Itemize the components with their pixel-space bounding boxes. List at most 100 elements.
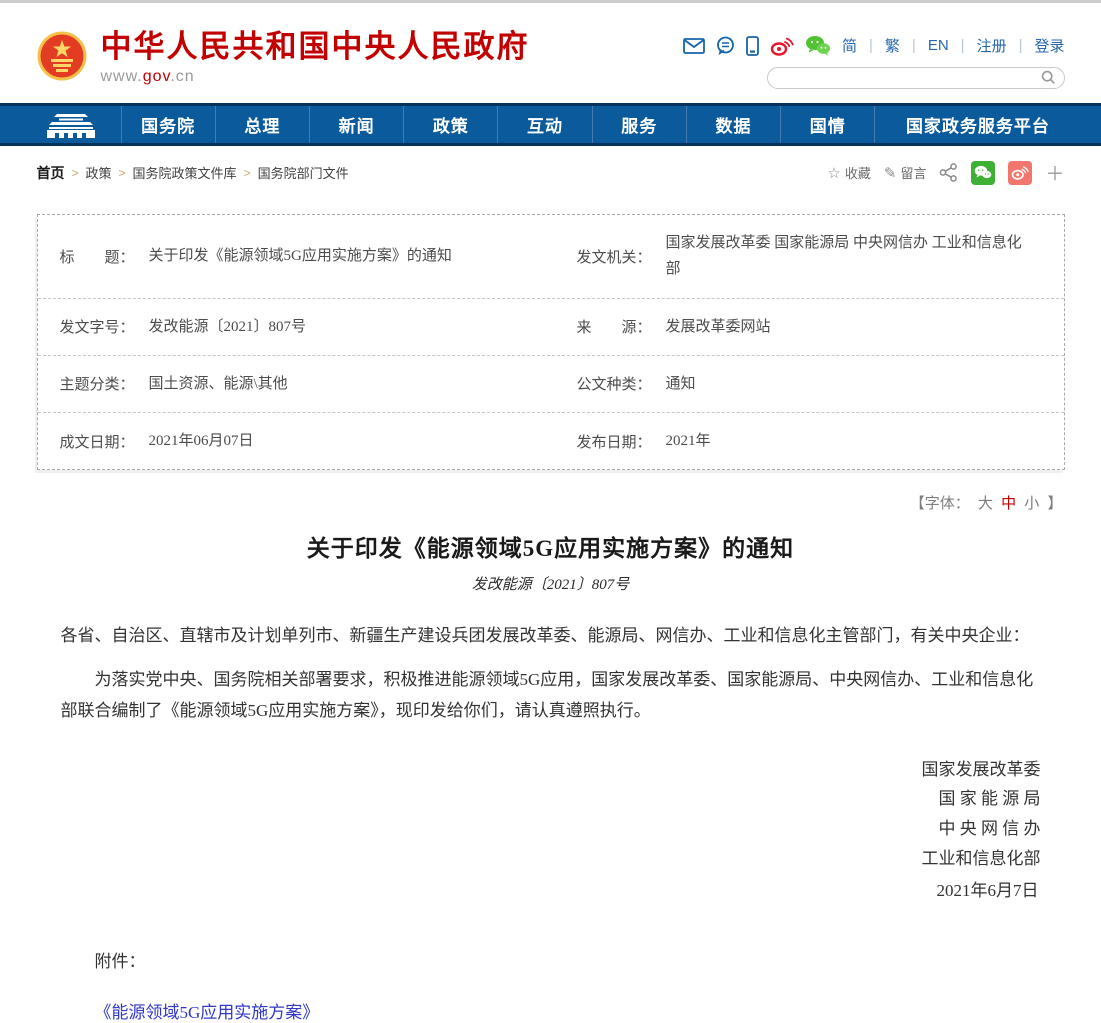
issuing-agency-cell: 发文机关： 国家发展改革委 国家能源局 中央网信办 工业和信息化部 bbox=[551, 215, 1064, 298]
doc-number-cell: 发文字号： 发改能源〔2021〕807号 bbox=[38, 299, 551, 355]
publish-date-cell: 发布日期： 2021年 bbox=[551, 413, 1064, 469]
share-weibo-button[interactable] bbox=[1008, 161, 1032, 185]
source-value: 发展改革委网站 bbox=[666, 314, 771, 340]
doc-type-value: 通知 bbox=[666, 371, 696, 397]
font-size-small[interactable]: 小 bbox=[1024, 495, 1039, 512]
lang-traditional-link[interactable]: 繁 bbox=[885, 35, 900, 56]
more-share-button[interactable]: ＋ bbox=[1045, 159, 1064, 186]
table-row: 标 题： 关于印发《能源领域5G应用实施方案》的通知 发文机关： 国家发展改革委… bbox=[38, 215, 1064, 299]
weibo-icon[interactable] bbox=[770, 36, 794, 56]
lang-simplified-link[interactable]: 简 bbox=[842, 35, 857, 56]
breadcrumb-separator: > bbox=[72, 166, 79, 180]
comment-button[interactable]: ✎ 留言 bbox=[884, 163, 927, 182]
publish-date-label: 发布日期： bbox=[577, 431, 652, 452]
doc-number-label: 发文字号： bbox=[60, 316, 135, 337]
comment-label: 留言 bbox=[900, 163, 926, 182]
signer: 中 央 网 信 办 bbox=[61, 814, 1041, 844]
topic-category-label: 主题分类： bbox=[60, 373, 135, 394]
share-button[interactable] bbox=[939, 163, 958, 182]
font-size-close: 】 bbox=[1047, 495, 1062, 512]
signer: 国家发展改革委 bbox=[61, 755, 1041, 785]
main-nav: 国务院 总理 新闻 政策 互动 服务 数据 国情 国家政务服务平台 bbox=[0, 103, 1101, 146]
attachment-section: 附件： 《能源领域5G应用实施方案》 bbox=[61, 947, 1041, 1023]
signature-block: 国家发展改革委 国 家 能 源 局 中 央 网 信 办 工业和信息化部 2021… bbox=[61, 755, 1041, 906]
login-link[interactable]: 登录 bbox=[1034, 35, 1064, 56]
register-link[interactable]: 注册 bbox=[977, 35, 1007, 56]
nav-item-zhengwu-platform[interactable]: 国家政务服务平台 bbox=[874, 106, 1080, 143]
source-cell: 来 源： 发展改革委网站 bbox=[551, 299, 1064, 355]
breadcrumb: 首页 > 政策 > 国务院政策文件库 > 国务院部门文件 bbox=[37, 163, 349, 183]
written-date-label: 成文日期： bbox=[60, 431, 135, 452]
article-paragraph: 各省、自治区、直辖市及计划单列市、新疆生产建设兵团发展改革委、能源局、网信办、工… bbox=[61, 620, 1041, 651]
article: 关于印发《能源领域5G应用实施方案》的通知 发改能源〔2021〕807号 各省、… bbox=[37, 529, 1065, 1023]
attachment-link[interactable]: 《能源领域5G应用实施方案》 bbox=[95, 1003, 320, 1022]
site-title: 中华人民共和国中央人民政府 bbox=[101, 30, 530, 64]
nav-item-shuju[interactable]: 数据 bbox=[686, 106, 780, 143]
comment-icon[interactable] bbox=[716, 36, 735, 55]
topic-category-cell: 主题分类： 国土资源、能源\其他 bbox=[38, 356, 551, 412]
font-size-selector: 【字体： 大 中 小 】 bbox=[37, 492, 1065, 513]
breadcrumb-zhengce[interactable]: 政策 bbox=[86, 163, 112, 182]
wechat-icon bbox=[974, 165, 992, 180]
url-cn: .cn bbox=[170, 68, 194, 85]
wechat-icon[interactable] bbox=[805, 35, 831, 56]
separator: | bbox=[1019, 37, 1023, 54]
nav-item-fuwu[interactable]: 服务 bbox=[592, 106, 686, 143]
search-icon bbox=[1041, 70, 1056, 85]
national-emblem-icon bbox=[37, 31, 87, 86]
table-row: 发文字号： 发改能源〔2021〕807号 来 源： 发展改革委网站 bbox=[38, 299, 1064, 356]
doc-info-table: 标 题： 关于印发《能源领域5G应用实施方案》的通知 发文机关： 国家发展改革委… bbox=[37, 214, 1065, 470]
font-size-open: 【字体： bbox=[910, 495, 970, 512]
topic-category-value: 国土资源、能源\其他 bbox=[149, 371, 288, 397]
font-size-medium[interactable]: 中 bbox=[1001, 495, 1016, 512]
weibo-icon bbox=[1011, 165, 1029, 180]
source-label: 来 源： bbox=[577, 316, 652, 337]
site-logo[interactable]: 中华人民共和国中央人民政府 www.gov.cn bbox=[37, 27, 530, 89]
nav-item-hudong[interactable]: 互动 bbox=[497, 106, 591, 143]
breadcrumb-separator: > bbox=[119, 166, 126, 180]
nav-item-guoqing[interactable]: 国情 bbox=[780, 106, 874, 143]
table-row: 主题分类： 国土资源、能源\其他 公文种类： 通知 bbox=[38, 356, 1064, 413]
article-paragraph: 为落实党中央、国务院相关部署要求，积极推进能源领域5G应用，国家发展改革委、国家… bbox=[61, 664, 1041, 727]
pencil-icon: ✎ bbox=[884, 164, 897, 182]
search-button[interactable] bbox=[1041, 70, 1056, 88]
table-row: 成文日期： 2021年06月07日 发布日期： 2021年 bbox=[38, 413, 1064, 469]
nav-item-xinwen[interactable]: 新闻 bbox=[309, 106, 403, 143]
breadcrumb-wenjianku[interactable]: 国务院政策文件库 bbox=[133, 163, 237, 182]
doc-title-cell: 标 题： 关于印发《能源领域5G应用实施方案》的通知 bbox=[38, 215, 551, 298]
separator: | bbox=[869, 37, 873, 54]
written-date-value: 2021年06月07日 bbox=[149, 428, 254, 454]
share-wechat-button[interactable] bbox=[971, 161, 995, 185]
mail-icon[interactable] bbox=[683, 38, 705, 54]
nav-home-tiananmen-icon[interactable] bbox=[21, 106, 121, 143]
url-gov: gov bbox=[143, 68, 171, 85]
signer: 国 家 能 源 局 bbox=[61, 784, 1041, 814]
publish-date-value: 2021年 bbox=[666, 428, 711, 454]
separator: | bbox=[912, 37, 916, 54]
breadcrumb-bumen-wenjian[interactable]: 国务院部门文件 bbox=[258, 163, 349, 182]
breadcrumb-home[interactable]: 首页 bbox=[37, 163, 65, 183]
article-doc-number: 发改能源〔2021〕807号 bbox=[61, 573, 1041, 594]
mobile-icon[interactable] bbox=[746, 36, 759, 56]
share-icon bbox=[939, 163, 958, 182]
attachment-label: 附件： bbox=[61, 947, 1041, 972]
doc-type-label: 公文种类： bbox=[577, 373, 652, 394]
separator: | bbox=[961, 37, 965, 54]
search-input[interactable] bbox=[767, 67, 1065, 89]
site-url: www.gov.cn bbox=[101, 68, 530, 86]
nav-item-zongli[interactable]: 总理 bbox=[215, 106, 309, 143]
doc-title-value: 关于印发《能源领域5G应用实施方案》的通知 bbox=[149, 243, 452, 269]
doc-number-value: 发改能源〔2021〕807号 bbox=[149, 314, 307, 340]
article-title: 关于印发《能源领域5G应用实施方案》的通知 bbox=[61, 529, 1041, 563]
issuing-agency-label: 发文机关： bbox=[577, 246, 652, 267]
url-www: www. bbox=[101, 68, 143, 85]
nav-item-guowuyuan[interactable]: 国务院 bbox=[121, 106, 215, 143]
nav-item-zhengce[interactable]: 政策 bbox=[403, 106, 497, 143]
doc-type-cell: 公文种类： 通知 bbox=[551, 356, 1064, 412]
font-size-large[interactable]: 大 bbox=[978, 495, 993, 512]
favorite-button[interactable]: ☆ 收藏 bbox=[827, 163, 870, 182]
lang-en-link[interactable]: EN bbox=[928, 37, 949, 54]
site-header: 中华人民共和国中央人民政府 www.gov.cn bbox=[37, 3, 1065, 103]
favorite-label: 收藏 bbox=[845, 163, 871, 182]
star-icon: ☆ bbox=[827, 164, 840, 182]
